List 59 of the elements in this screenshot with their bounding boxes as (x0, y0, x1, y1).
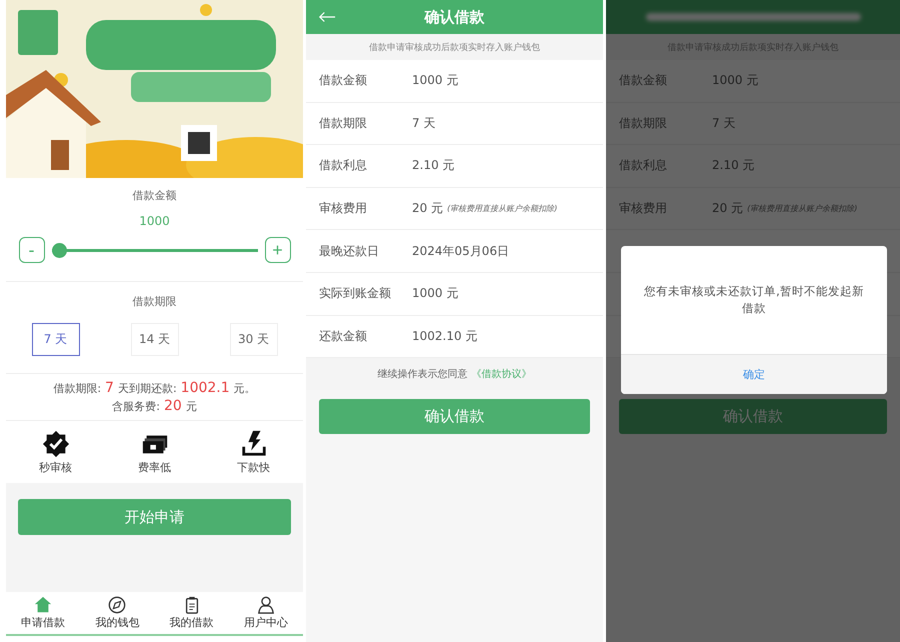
row-value: 2024年05月06日 (412, 242, 510, 260)
row-note: (审核费用直接从账户余额扣除) (747, 203, 858, 214)
summary-text: 天到期还款: (118, 381, 177, 396)
row-value: 7 天 (412, 114, 436, 132)
highlight-value: 20 (164, 398, 182, 414)
row-label: 借款金额 (619, 72, 668, 90)
check-badge-icon (42, 430, 70, 458)
summary-text: 含服务费: (112, 399, 160, 414)
row-label: 审核费用 (619, 200, 668, 218)
row-label: 还款金额 (319, 328, 368, 345)
dialog-message: 您有未审核或未还款订单,暂时不能发起新借款 (643, 282, 865, 317)
amount-label: 借款金额 (132, 188, 176, 203)
row-label: 借款期限 (319, 114, 368, 132)
feature-label: 下款快 (237, 460, 270, 474)
row-value: 20 元 (412, 200, 444, 218)
back-arrow-icon[interactable] (318, 11, 336, 23)
amount-slider[interactable] (52, 242, 258, 258)
row-value: 1000 元 (712, 72, 758, 90)
agreement-link[interactable]: 《借款协议》 (472, 367, 532, 382)
row-value: 2.10 元 (412, 157, 455, 174)
confirm-loan-button[interactable]: 确认借款 (319, 399, 590, 434)
compass-icon (108, 596, 126, 614)
row-label: 最晚还款日 (319, 242, 380, 260)
row-label: 借款利息 (319, 157, 368, 174)
feature-label: 秒审核 (39, 460, 72, 474)
screen-title: 确认借款 (424, 8, 484, 26)
row-value: 20 元 (712, 200, 744, 218)
row-value: 7 天 (712, 114, 736, 132)
row-label: 借款利息 (619, 157, 668, 174)
highlight-value: 1002.1 (180, 380, 230, 396)
row-value: 1000 元 (412, 72, 458, 90)
notice-text: 借款申请审核成功后款项实时存入账户钱包 (369, 42, 540, 54)
row-label: 借款期限 (619, 114, 668, 132)
summary-text: 元。 (234, 381, 256, 396)
lightning-tray-icon (240, 430, 268, 458)
increase-button[interactable]: + (264, 237, 290, 263)
user-icon (256, 596, 275, 614)
row-value: 1002.10 元 (412, 328, 478, 345)
row-note: (审核费用直接从账户余额扣除) (447, 203, 558, 214)
term-label: 借款期限 (132, 294, 176, 309)
row-label: 借款金额 (319, 72, 368, 90)
home-icon (34, 596, 52, 614)
decrease-button[interactable]: - (18, 237, 44, 263)
row-label: 实际到账金额 (319, 285, 392, 302)
row-value: 2.10 元 (712, 157, 755, 174)
term-option[interactable]: 14 天 (130, 323, 178, 356)
start-apply-button[interactable]: 开始申请 (18, 499, 291, 535)
highlight-value: 7 (105, 380, 114, 396)
feature-label: 费率低 (138, 460, 171, 474)
term-option[interactable]: 7 天 (32, 323, 80, 356)
summary-text: 元 (186, 399, 197, 414)
agreement-text: 继续操作表示您同意 (378, 368, 468, 382)
term-option[interactable]: 30 天 (230, 323, 278, 356)
dialog-ok-button[interactable]: 确定 (621, 354, 887, 394)
row-value: 1000 元 (412, 285, 458, 302)
slider-thumb[interactable] (52, 242, 66, 258)
amount-value: 1000 (139, 214, 170, 228)
summary-text: 借款期限: (53, 381, 102, 396)
row-label: 审核费用 (319, 200, 368, 218)
